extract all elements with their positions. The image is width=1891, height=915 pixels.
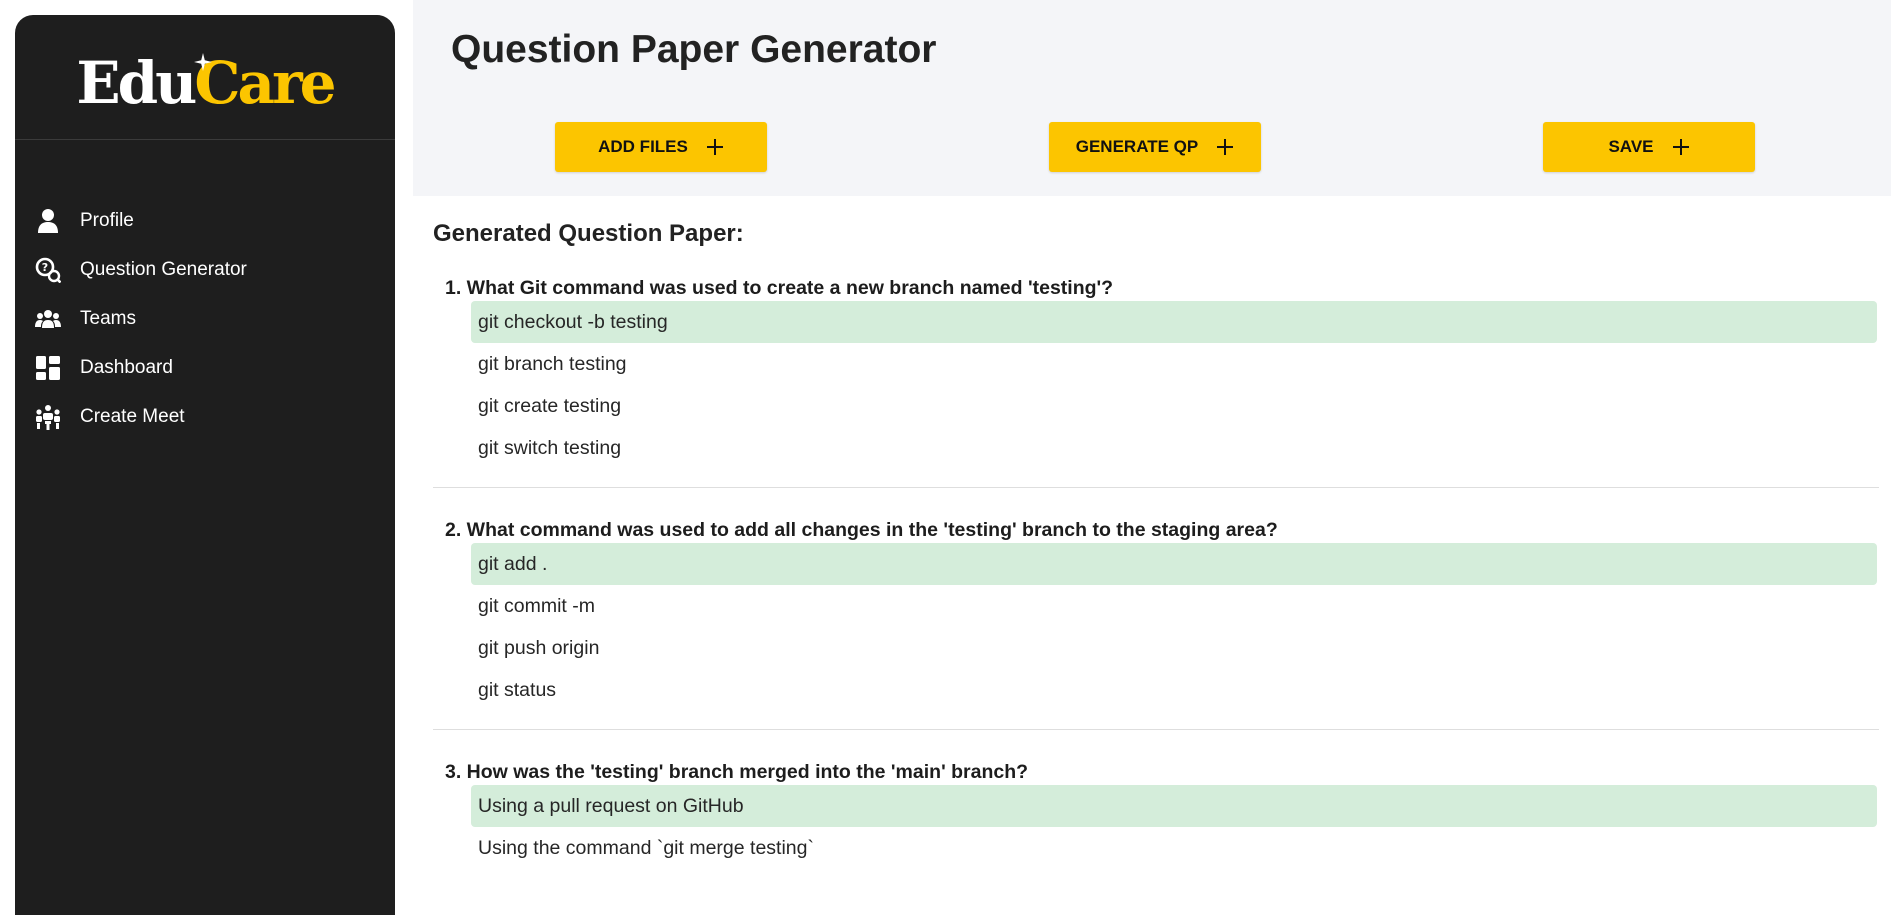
main-area: Question Paper Generator ADD FILES GENER… (413, 0, 1891, 901)
save-label: SAVE (1608, 137, 1654, 156)
logo-edu-text: Edu (76, 49, 197, 117)
plus-icon (1672, 138, 1690, 156)
question-search-icon: ? (35, 257, 61, 283)
user-icon (35, 208, 61, 234)
option-correct[interactable]: git checkout -b testing (471, 301, 1877, 343)
team-icon (35, 306, 61, 332)
option[interactable]: git status (471, 669, 1877, 711)
save-button[interactable]: SAVE (1543, 122, 1755, 172)
option-correct[interactable]: git add . (471, 543, 1877, 585)
question-block: 1. What Git command was used to create a… (433, 275, 1879, 488)
page-header: Question Paper Generator ADD FILES GENER… (413, 0, 1891, 196)
sidebar-item-label: Profile (80, 209, 134, 231)
sidebar-item-label: Dashboard (80, 356, 173, 378)
option[interactable]: git push origin (471, 627, 1877, 669)
meeting-icon (35, 404, 61, 430)
question-block: 3. How was the 'testing' branch merged i… (433, 730, 1879, 887)
question-text: 3. How was the 'testing' branch merged i… (445, 761, 1029, 783)
plus-icon (706, 138, 724, 156)
sidebar-item-profile[interactable]: Profile (15, 196, 395, 245)
logo-area: EduCare (15, 15, 395, 140)
page-title: Question Paper Generator (451, 28, 937, 71)
option[interactable]: git branch testing (471, 343, 1877, 385)
sidebar: EduCare Profile ? Question Generator Tea… (15, 15, 395, 915)
sidebar-item-create-meet[interactable]: Create Meet (15, 392, 395, 441)
option[interactable]: Using the command `git merge testing` (471, 827, 1877, 869)
dashboard-icon (35, 355, 61, 381)
section-title: Generated Question Paper: (433, 220, 744, 247)
add-files-label: ADD FILES (598, 137, 688, 156)
sparkle-icon (194, 53, 212, 71)
logo-care-text: Care (194, 49, 336, 117)
add-files-button[interactable]: ADD FILES (555, 122, 767, 172)
sidebar-nav: Profile ? Question Generator Teams Dashb… (15, 196, 395, 441)
option[interactable]: git switch testing (471, 427, 1877, 469)
question-paper-content: Generated Question Paper: 1. What Git co… (413, 196, 1891, 887)
plus-icon (1216, 138, 1234, 156)
question-block: 2. What command was used to add all chan… (433, 488, 1879, 730)
sidebar-item-teams[interactable]: Teams (15, 294, 395, 343)
generate-qp-label: GENERATE QP (1075, 137, 1199, 156)
svg-text:?: ? (42, 261, 48, 274)
question-text: 2. What command was used to add all chan… (445, 519, 1278, 541)
sidebar-item-label: Question Generator (80, 258, 247, 280)
option[interactable]: git commit -m (471, 585, 1877, 627)
sidebar-item-dashboard[interactable]: Dashboard (15, 343, 395, 392)
option-correct[interactable]: Using a pull request on GitHub (471, 785, 1877, 827)
sidebar-item-label: Teams (80, 307, 136, 329)
option[interactable]: git create testing (471, 385, 1877, 427)
sidebar-item-label: Create Meet (80, 405, 185, 427)
generate-qp-button[interactable]: GENERATE QP (1049, 122, 1261, 172)
question-text: 1. What Git command was used to create a… (445, 277, 1114, 299)
sidebar-item-question-generator[interactable]: ? Question Generator (15, 245, 395, 294)
